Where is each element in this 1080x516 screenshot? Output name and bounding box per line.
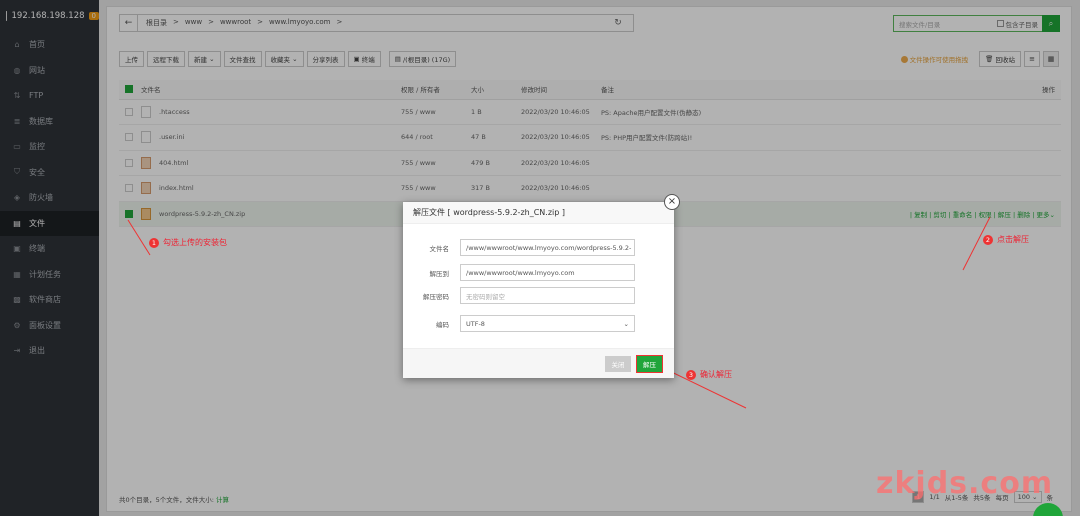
- encoding-row: 编码 UTF-8 ⌄: [403, 315, 674, 332]
- password-field[interactable]: 无密码则留空: [460, 287, 635, 304]
- extract-to-label: 解压到: [429, 269, 450, 278]
- extract-to-field[interactable]: /www/wwwroot/www.lmyoyo.com: [460, 264, 635, 281]
- close-icon[interactable]: ×: [664, 194, 680, 210]
- dialog-title: 解压文件 [ wordpress-5.9.2-zh_CN.zip ]: [403, 202, 674, 224]
- filename-field[interactable]: /www/wwwroot/www.lmyoyo.com/wordpress-5.…: [460, 239, 635, 256]
- extract-dialog: 解压文件 [ wordpress-5.9.2-zh_CN.zip ] 文件名 /…: [403, 202, 674, 378]
- watermark: zkjds.com: [876, 466, 1054, 501]
- encoding-select[interactable]: UTF-8 ⌄: [460, 315, 635, 332]
- dialog-footer: 关闭 解压: [403, 348, 674, 378]
- filename-row: 文件名 /www/wwwroot/www.lmyoyo.com/wordpres…: [403, 239, 674, 256]
- encoding-value: UTF-8: [466, 319, 485, 328]
- dialog-close-button[interactable]: 关闭: [605, 356, 631, 372]
- filename-label: 文件名: [429, 244, 450, 253]
- extract-to-row: 解压到 /www/wwwroot/www.lmyoyo.com: [403, 264, 674, 281]
- annotation-number-1: 1: [149, 237, 159, 248]
- annotation-text-3: 确认解压: [700, 370, 732, 379]
- annotation-text-1: 勾选上传的安装包: [163, 238, 227, 247]
- annotation-3: 3 确认解压: [686, 369, 732, 380]
- extract-confirm-button[interactable]: 解压: [636, 355, 663, 373]
- encoding-label: 编码: [436, 320, 449, 329]
- chevron-down-icon: ⌄: [623, 319, 629, 328]
- annotation-number-2: 2: [983, 234, 993, 245]
- annotation-2: 2 点击解压: [983, 234, 1029, 245]
- password-label: 解压密码: [423, 292, 449, 301]
- annotation-number-3: 3: [686, 369, 696, 380]
- annotation-text-2: 点击解压: [997, 235, 1029, 244]
- password-row: 解压密码 无密码则留空: [403, 287, 674, 304]
- annotation-1: 1 勾选上传的安装包: [149, 237, 227, 248]
